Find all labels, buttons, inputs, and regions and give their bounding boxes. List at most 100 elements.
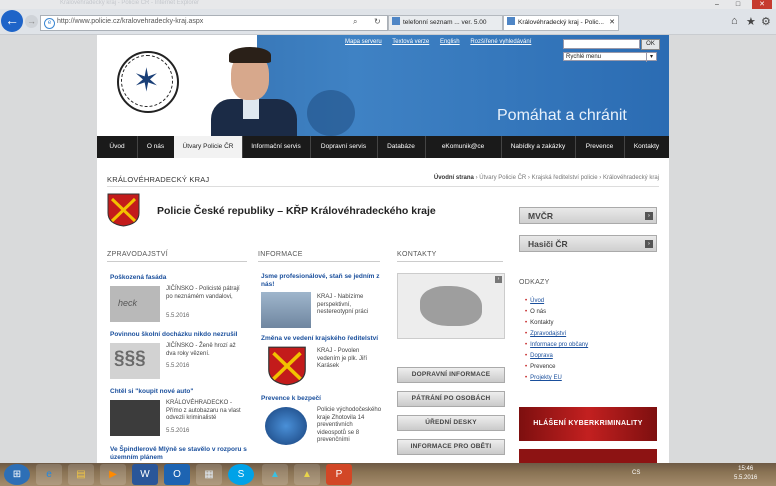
address-bar[interactable]: e http://www.policie.cz/kralovehradecky-…	[40, 15, 388, 31]
info-title[interactable]: Změna ve vedení krajského ředitelství	[261, 335, 378, 342]
info-title[interactable]: Prevence k bezpečí	[261, 395, 321, 402]
link-uvod[interactable]: Úvod	[525, 298, 544, 304]
news-thumbnail[interactable]	[110, 400, 160, 436]
nav-kontakty[interactable]: Kontakty	[624, 136, 669, 158]
main-navigation: Úvod O nás Útvary Policie ČR Informační …	[97, 136, 669, 158]
nav-prevence[interactable]: Prevence	[575, 136, 625, 158]
cybercrime-banner[interactable]: HLÁŠENÍ KYBERKRIMINALITY	[519, 407, 657, 441]
start-button[interactable]: ⊞	[4, 464, 30, 485]
region-title: KRÁLOVÉHRADECKÝ KRAJ	[107, 175, 210, 184]
skype-taskbar-icon[interactable]: S	[228, 464, 254, 485]
nav-uvod[interactable]: Úvod	[97, 136, 138, 158]
breadcrumb-home[interactable]: Úvodní strana	[434, 175, 474, 181]
link-projekty-eu[interactable]: Projekty EU	[525, 375, 562, 381]
link-kontakty[interactable]: Kontakty	[525, 320, 553, 326]
web-page: ✶ Mapa serveru Textová verze English Roz…	[97, 35, 669, 463]
red-banner[interactable]	[519, 449, 657, 463]
media-player-taskbar-icon[interactable]: ▶	[100, 464, 126, 485]
hasici-button[interactable]: Hasiči ČR ›	[519, 235, 657, 252]
back-button[interactable]: ←	[1, 10, 23, 32]
clock-date: 5.5.2016	[734, 475, 758, 481]
info-thumbnail[interactable]	[265, 407, 307, 445]
address-url[interactable]: http://www.policie.cz/kralovehradecky-kr…	[57, 18, 203, 25]
link-informace-obcany[interactable]: Informace pro občany	[525, 342, 588, 348]
breadcrumb-sep: ›	[475, 175, 478, 181]
tab-close-icon[interactable]: ✕	[609, 16, 615, 30]
refresh-icon[interactable]: ↻	[374, 17, 381, 26]
site-header: ✶ Mapa serveru Textová verze English Roz…	[97, 35, 669, 136]
news-title[interactable]: Chtěl si "koupit nové auto"	[110, 388, 193, 395]
info-title[interactable]: Jsme profesionálové, staň se jedním z ná…	[261, 273, 381, 289]
breadcrumb: Úvodní strana › Útvary Policie ČR › Kraj…	[434, 175, 659, 181]
app-taskbar-icon[interactable]: ▲	[262, 464, 288, 485]
tab-kralovehradecky-kraj[interactable]: Královéhradecký kraj - Polic... ✕	[503, 15, 619, 31]
search-icon[interactable]: ⌕	[353, 17, 357, 27]
nav-nabidky-zakazky[interactable]: Nabídky a zakázky	[501, 136, 576, 158]
news-title[interactable]: Povinnou školní docházku nikdo nezrušil	[110, 331, 238, 338]
app-taskbar-icon[interactable]: ▦	[196, 464, 222, 485]
slogan: Pomáhat a chránit	[497, 107, 627, 124]
mvcr-button[interactable]: MVČR ›	[519, 207, 657, 224]
outlook-taskbar-icon[interactable]: O	[164, 464, 190, 485]
news-thumbnail[interactable]: heck	[110, 286, 160, 322]
clock[interactable]: 15:46 5.5.2016	[734, 465, 757, 483]
search-input[interactable]	[563, 39, 640, 49]
favorites-icon[interactable]: ★	[746, 15, 756, 28]
word-taskbar-icon[interactable]: W	[132, 464, 158, 485]
maximize-button[interactable]: □	[728, 0, 748, 9]
nav-informacni-servis[interactable]: Informační servis	[242, 136, 311, 158]
quick-menu-select[interactable]: Rychlé menu ▾	[563, 52, 657, 62]
news-title[interactable]: Poškozená fasáda	[110, 274, 166, 281]
officer-photo	[207, 47, 302, 136]
info-thumbnail[interactable]	[261, 292, 311, 328]
arrow-icon: ›	[645, 212, 653, 220]
link-doprava[interactable]: Doprava	[525, 353, 553, 359]
police-logo[interactable]: ✶	[117, 51, 179, 113]
info-heading: INFORMACE	[258, 251, 303, 258]
tab-telefonni-seznam[interactable]: telefonní seznam ... ver. 5.00	[388, 15, 503, 31]
minimize-button[interactable]: –	[707, 0, 727, 9]
text-version-link[interactable]: Textová verze	[392, 39, 429, 45]
link-o-nas[interactable]: O nás	[525, 309, 546, 315]
info-text: KRAJ - Nabízíme perspektivní, nestereoty…	[317, 294, 369, 315]
map-shape	[420, 286, 482, 326]
news-text: KRÁLOVÉHRADECKO - Přímo z autobazaru na …	[166, 400, 241, 421]
language-indicator[interactable]: CS	[632, 470, 640, 476]
settings-icon[interactable]: ⚙	[761, 15, 771, 28]
search-ok-button[interactable]: OK	[641, 39, 660, 50]
nav-ekomunikace[interactable]: eKomunik@ce	[425, 136, 502, 158]
clock-time: 15:46	[738, 466, 754, 472]
link-zpravodajstvi[interactable]: Zpravodajství	[525, 331, 566, 337]
advanced-search-link[interactable]: Rozšířené vyhledávání	[470, 39, 531, 45]
hasici-label: Hasiči ČR	[528, 239, 568, 249]
nav-databaze[interactable]: Databáze	[377, 136, 426, 158]
breadcrumb-utvary[interactable]: Útvary Policie ČR	[479, 175, 526, 181]
official-boards-button[interactable]: ÚŘEDNÍ DESKY	[397, 415, 505, 431]
traffic-info-button[interactable]: DOPRAVNÍ INFORMACE	[397, 367, 505, 383]
chevron-down-icon: ▾	[646, 53, 656, 62]
nav-o-nas[interactable]: O nás	[137, 136, 175, 158]
police-star-icon: ✶	[133, 62, 160, 98]
news-title[interactable]: Ve Špindlerově Mlýně se stavělo v rozpor…	[110, 446, 248, 462]
nav-dopravni-servis[interactable]: Dopravní servis	[310, 136, 378, 158]
app-taskbar-icon[interactable]: ▲	[294, 464, 320, 485]
powerpoint-taskbar-icon[interactable]: P	[326, 464, 352, 485]
breadcrumb-sep: ›	[599, 175, 602, 181]
close-window-button[interactable]: ✕	[752, 0, 772, 9]
home-icon[interactable]: ⌂	[731, 15, 738, 27]
explorer-taskbar-icon[interactable]: ▤	[68, 464, 94, 485]
breadcrumb-krajska[interactable]: Krajská ředitelství policie	[532, 175, 598, 181]
search-persons-button[interactable]: PÁTRÁNÍ PO OSOBÁCH	[397, 391, 505, 407]
links-heading: ODKAZY	[519, 279, 550, 286]
victims-info-button[interactable]: INFORMACE PRO OBĚTI	[397, 439, 505, 455]
forward-button[interactable]: →	[25, 15, 38, 28]
link-prevence[interactable]: Prevence	[525, 364, 555, 370]
sitemap-link[interactable]: Mapa serveru	[345, 39, 382, 45]
region-map[interactable]: ›	[397, 273, 505, 339]
news-thumbnail[interactable]: §§§	[110, 343, 160, 379]
coat-of-arms-icon	[268, 346, 306, 386]
ie-taskbar-icon[interactable]: e	[36, 464, 62, 485]
english-link[interactable]: English	[440, 39, 460, 45]
nav-utvary-policie[interactable]: Útvary Policie ČR	[174, 136, 243, 158]
coat-of-arms-icon	[107, 193, 140, 227]
